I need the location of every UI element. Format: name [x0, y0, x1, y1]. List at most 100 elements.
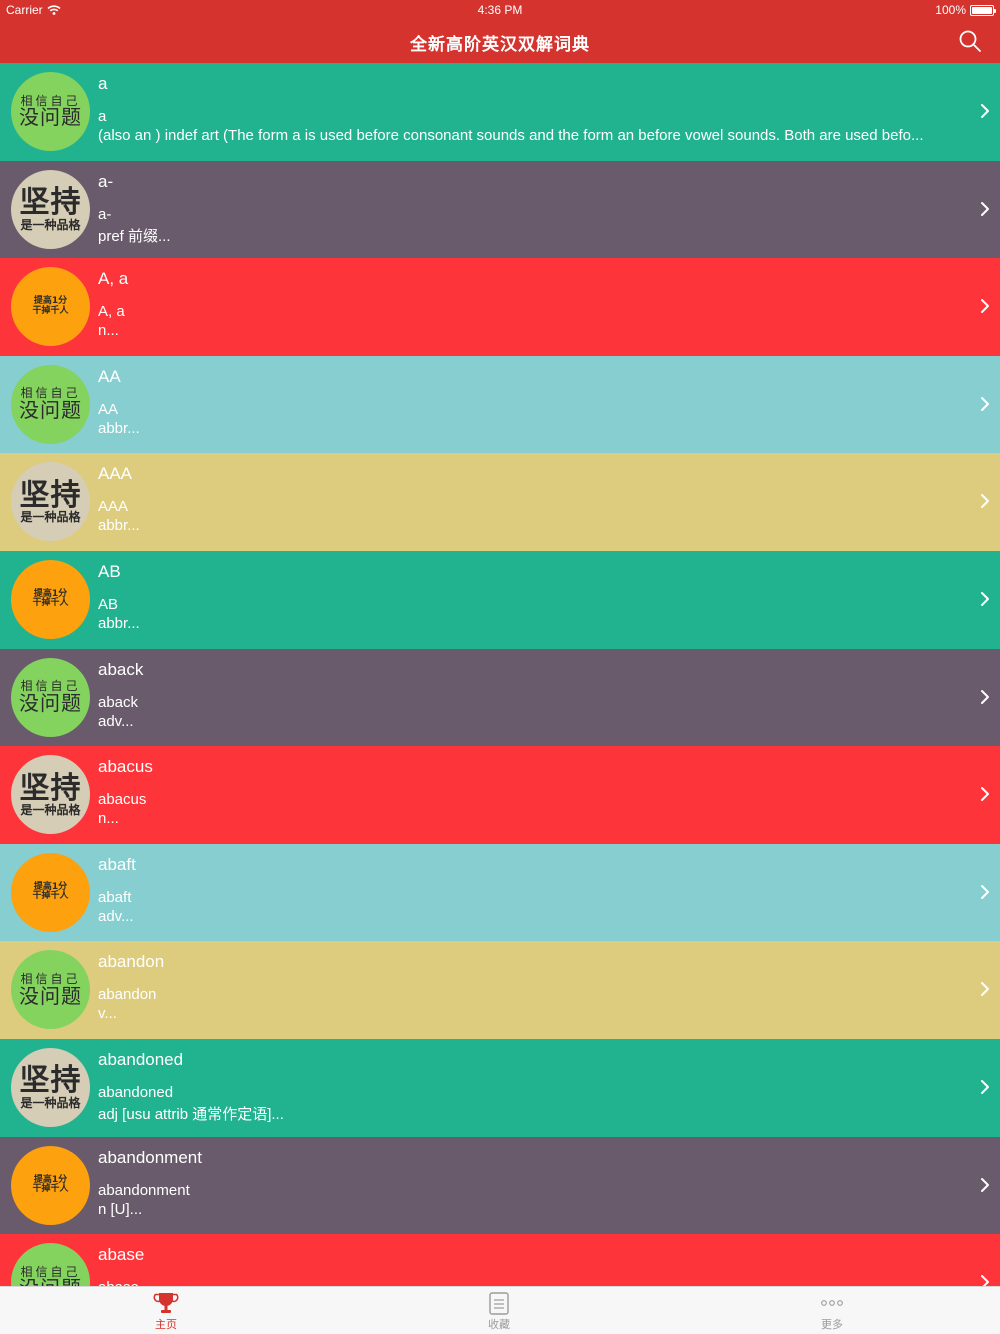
avatar: 相信自己没问题: [11, 950, 90, 1030]
entry-headword: AB: [98, 561, 121, 581]
list-item[interactable]: 相信自己 没问题 abandon abandon v...: [0, 941, 1000, 1039]
word-list[interactable]: 相信自己 没问题 a a (also an ) indef art (The form …: [0, 63, 1000, 1286]
entry-headword: abandon: [98, 952, 165, 972]
entry-subword: AAA: [98, 498, 129, 516]
tab-favorites[interactable]: 收藏: [459, 1291, 539, 1332]
avatar-badge: 坚持 是一种品格: [11, 170, 90, 249]
entry-definition: abbr...: [98, 419, 140, 437]
chevron-right-icon: [981, 396, 989, 411]
avatar: 提高1分 干掉千人: [11, 559, 90, 639]
entry-definition: adv...: [98, 907, 134, 925]
entry-definition: n [U]...: [98, 1200, 143, 1218]
chevron-right-icon: [981, 787, 989, 802]
chevron-right-icon: [981, 1177, 989, 1192]
chevron-right-icon: [981, 1275, 989, 1286]
entry-subword: abandonment: [98, 1181, 190, 1199]
entry-headword: AA: [98, 366, 121, 386]
avatar-badge: 提高1分 干掉千人: [11, 853, 90, 932]
list-item[interactable]: 相信自己 没问题 aback aback adv...: [0, 648, 1000, 747]
avatar-line-2: 没问题: [19, 1278, 82, 1286]
chevron-right-icon: [981, 201, 989, 216]
avatar-badge: 相信自己没问题: [11, 365, 90, 444]
battery-icon: [970, 4, 996, 16]
entry-headword: A, a: [98, 269, 129, 289]
avatar: 提高1分 干掉千人: [11, 1145, 90, 1225]
list-item[interactable]: 提高1分 干掉千人 abandonment abandonment n [U]...: [0, 1136, 1000, 1235]
battery-percent: 100%: [935, 3, 966, 17]
avatar-badge: 坚持 是一种品格: [11, 1048, 90, 1127]
tab-more-label: 更多: [821, 1319, 843, 1331]
avatar-line-2: 干掉千人: [32, 891, 69, 902]
list-item[interactable]: 相信自己没问题 abase abase: [0, 1234, 1000, 1286]
entry-subword: aback: [98, 693, 139, 711]
avatar-line-1: 坚持: [19, 770, 82, 806]
avatar-line-2: 是一种品格: [20, 803, 81, 818]
chevron-right-icon: [981, 591, 989, 606]
avatar-badge: 坚持 是一种品格: [11, 462, 90, 541]
list-item[interactable]: 提高1分 干掉千人 abaft abaft adv...: [0, 843, 1000, 942]
page-title: 全新高阶英汉双解词典: [410, 35, 590, 54]
avatar-line-2: 没问题: [19, 398, 82, 423]
document-icon: [489, 1292, 509, 1315]
entry-definition: pref 前缀...: [98, 227, 171, 245]
entry-headword: a: [98, 74, 108, 93]
status-time: 4:36 PM: [477, 3, 523, 17]
list-item[interactable]: 提高1分 干掉千人 AB AB abbr...: [0, 550, 1000, 649]
avatar-badge: 提高1分 干掉千人: [11, 560, 90, 639]
avatar-line-1: 坚持: [19, 185, 82, 221]
avatar-line-2: 是一种品格: [20, 217, 81, 232]
list-item[interactable]: 坚持 是一种品格 a-a-pref 前缀...: [0, 160, 1000, 259]
navigation-bar: Carrier 4:36 PM 100% 全新高阶英汉双解词典: [0, 0, 1000, 63]
entry-subword: abandoned: [98, 1083, 174, 1101]
avatar-badge: 坚持 是一种品格: [11, 755, 90, 834]
entry-definition: (also an ) indef art (The form a is used…: [98, 127, 924, 144]
avatar-line-2: 没问题: [19, 983, 82, 1008]
entry-definition: n...: [98, 810, 119, 828]
chevron-right-icon: [981, 1079, 989, 1094]
more-dots-icon: [821, 1300, 843, 1306]
avatar-line-1: 坚持: [19, 477, 82, 513]
avatar-badge: 相信自己没问题: [11, 658, 90, 737]
entry-subword: A, a: [98, 303, 125, 321]
avatar-line-1: 坚持: [19, 1063, 82, 1099]
entry-definition: abbr...: [98, 614, 140, 632]
entry-headword: abacus: [98, 757, 153, 777]
avatar-badge: 相信自己没问题: [11, 950, 90, 1029]
chevron-right-icon: [981, 299, 989, 314]
chevron-right-icon: [981, 494, 989, 509]
avatar-badge: 相信自己没问题: [11, 1243, 90, 1286]
chevron-right-icon: [981, 104, 989, 118]
avatar: 相信自己没问题: [11, 657, 90, 737]
list-item[interactable]: 坚持 是一种品格 AAA AAA abbr...: [0, 453, 1000, 551]
tab-home[interactable]: 主页: [126, 1291, 206, 1332]
chevron-right-icon: [981, 982, 989, 997]
search-icon[interactable]: [958, 29, 982, 53]
entry-subword: a: [98, 108, 107, 125]
entry-subword: AB: [98, 595, 119, 613]
avatar-badge: 提高1分 干掉千人: [11, 1146, 90, 1225]
entry-subword: abase: [98, 1279, 139, 1286]
avatar: 坚持 是一种品格: [11, 169, 90, 249]
avatar-badge: 相信自己没问题: [11, 72, 90, 151]
entry-subword: abandon: [98, 986, 157, 1004]
list-item[interactable]: 相信自己 没问题 a a (also an ) indef art (The form …: [0, 63, 1000, 161]
avatar: 坚持 是一种品格: [11, 462, 90, 542]
avatar: 相信自己没问题: [11, 72, 90, 151]
entry-headword: AAA: [98, 464, 133, 484]
list-item[interactable]: 坚持 是一种品格 abandoned abandoned adj [usu attrib…: [0, 1038, 1000, 1137]
avatar: 相信自己没问题: [11, 364, 90, 444]
avatar: 提高1分 干掉千人: [11, 267, 90, 347]
battery-indicator: 100%: [935, 3, 996, 17]
list-item[interactable]: 提高1分 干掉千人 A, a A, a n...: [0, 258, 1000, 356]
trophy-icon: [153, 1293, 179, 1313]
chevron-right-icon: [981, 884, 989, 899]
avatar-line-2: 没问题: [19, 690, 82, 715]
list-item[interactable]: 坚持 是一种品格 abacus abacus n...: [0, 746, 1000, 844]
tab-home-label: 主页: [155, 1319, 177, 1331]
avatar: 坚持 是一种品格: [11, 1047, 90, 1127]
list-item[interactable]: 相信自己 没问题 AA AA abbr...: [0, 355, 1000, 454]
tab-more[interactable]: 更多: [792, 1291, 872, 1332]
avatar-line-2: 干掉千人: [32, 1184, 69, 1195]
entry-headword: abandoned: [98, 1049, 184, 1069]
entry-definition: adj [usu attrib 通常作定语]...: [98, 1105, 284, 1123]
